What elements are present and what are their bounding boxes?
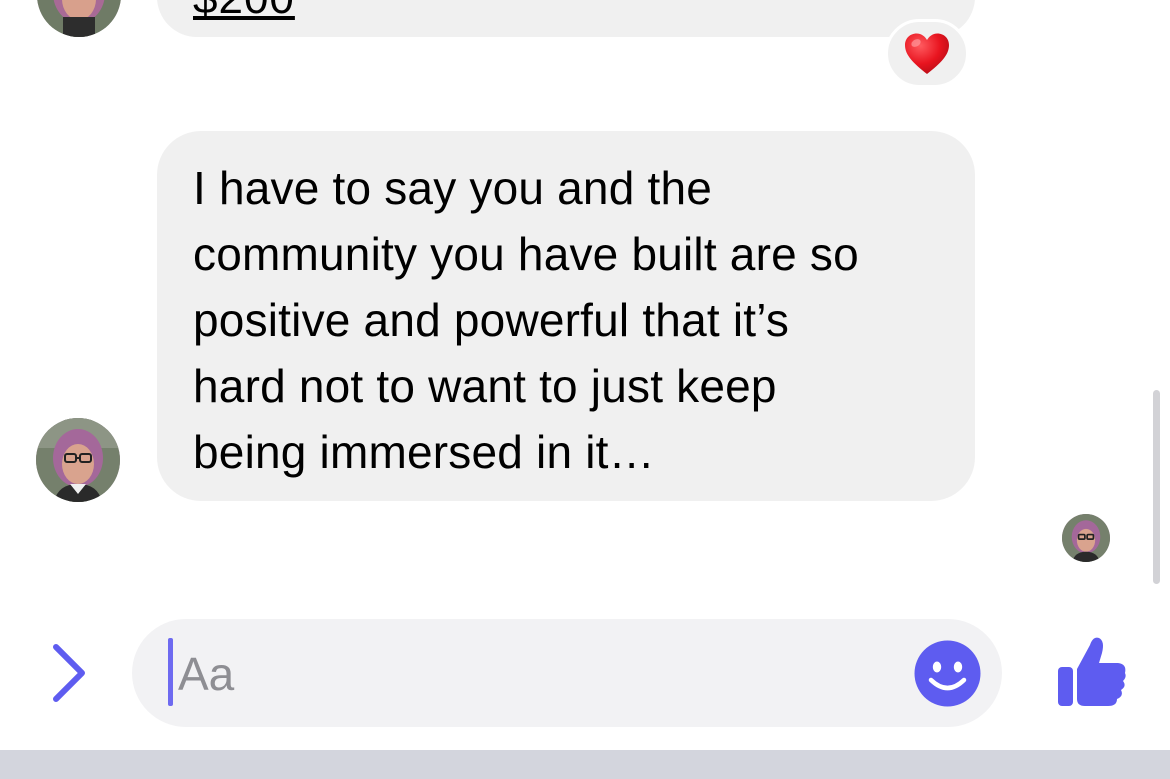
message-reaction[interactable]	[885, 19, 969, 88]
previous-message-bubble[interactable]: $200	[157, 0, 975, 37]
previous-message-link[interactable]: $200	[193, 0, 295, 24]
bottom-system-bar	[0, 750, 1170, 779]
scrollbar[interactable]	[1153, 390, 1160, 584]
message-text: I have to say you and the community you …	[193, 162, 859, 478]
expand-actions-button[interactable]	[46, 640, 92, 706]
emoji-button[interactable]	[914, 640, 981, 707]
text-caret	[168, 638, 173, 706]
thumbs-up-icon	[1058, 637, 1126, 706]
person-photo-icon	[36, 418, 120, 502]
smiley-icon	[914, 640, 981, 707]
message-input-placeholder: Aa	[178, 648, 235, 700]
message-bubble[interactable]: I have to say you and the community you …	[157, 131, 975, 501]
sender-avatar[interactable]	[36, 418, 120, 502]
person-photo-icon	[37, 0, 121, 37]
chevron-right-icon	[53, 644, 85, 702]
messenger-chat-screen: $200	[0, 0, 1170, 779]
read-receipt-avatar	[1062, 514, 1110, 562]
sender-avatar-top[interactable]	[37, 0, 121, 37]
person-photo-icon	[1062, 514, 1110, 562]
like-button[interactable]	[1055, 633, 1129, 709]
message-input[interactable]: Aa	[132, 619, 1002, 727]
heart-icon	[905, 33, 949, 74]
